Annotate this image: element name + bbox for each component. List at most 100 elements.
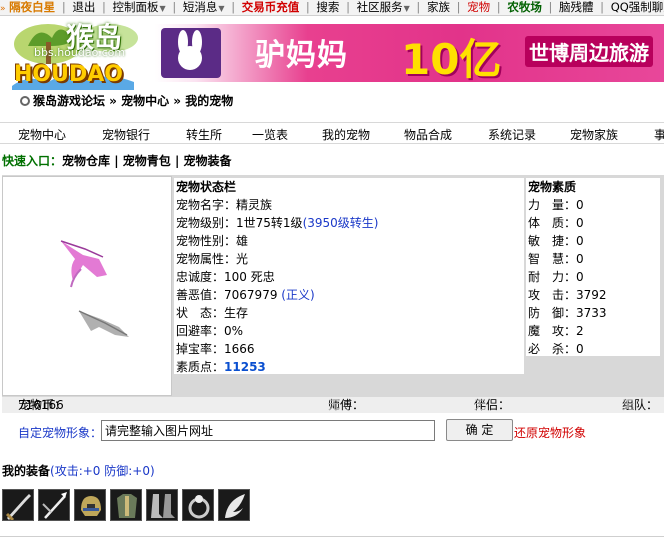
nav-sep: | [346, 0, 350, 14]
quality-value: 3733 [576, 306, 607, 320]
nav-messages[interactable]: 短消息 [183, 0, 218, 15]
nav-family[interactable]: 家族 [427, 0, 450, 15]
quick-link-bag[interactable]: 宠物青包 [123, 154, 171, 168]
equip-slot-sword-icon[interactable] [2, 489, 34, 521]
status-points-value: 11253 [224, 360, 266, 374]
status-attr-row: 宠物属性：光 [174, 250, 524, 268]
caret-down-icon: ▼ [159, 4, 166, 13]
logo-sub: bbs.houdao.com [34, 46, 126, 59]
banner-text-brand: 驴妈妈 [255, 38, 348, 73]
menu-system-log[interactable]: 系统记录 [488, 126, 536, 143]
quality-label: 力 量： [528, 198, 577, 212]
menu-pet-center[interactable]: 宠物中心 [18, 126, 66, 143]
top-nav: » 隔夜白星 | 退出 | 控制面板▼ | 短消息▼ | 交易币充值 | 搜索 … [0, 0, 664, 16]
status-name-label: 宠物名字： [176, 198, 237, 212]
menu-more[interactable]: 事 [654, 126, 664, 143]
equip-slot-boots-icon[interactable] [146, 489, 178, 521]
status-dodge-value: 0% [224, 324, 244, 338]
nav-sep: | [172, 0, 177, 14]
quality-row: 攻 击：3792 [526, 286, 660, 304]
equip-slot-armor-icon[interactable] [110, 489, 142, 521]
nav-recharge[interactable]: 交易币充值 [242, 0, 300, 15]
breadcrumb: 猴岛游戏论坛 » 宠物中心 » 我的宠物 [20, 92, 233, 109]
status-drop-row: 掉宝率：1666 [174, 340, 524, 358]
quality-row: 体 质：0 [526, 214, 660, 232]
equip-slot-ring-icon[interactable] [182, 489, 214, 521]
status-loyalty-label: 忠诚度： [176, 270, 225, 284]
status-loyalty-row: 忠诚度：100 死忠 [174, 268, 524, 286]
quality-label: 耐 力： [528, 270, 577, 284]
nav-sep: | [456, 0, 461, 14]
equipment-title-text: 我的装备 [2, 464, 51, 478]
status-title: 宠物状态栏 [176, 180, 237, 194]
confirm-button[interactable]: 确 定 [446, 419, 513, 441]
site-logo[interactable]: 猴岛 bbs.houdao.com HOUDAO [8, 16, 143, 90]
menu-my-pet[interactable]: 我的宠物 [322, 126, 370, 143]
quality-label: 攻 击： [528, 288, 577, 302]
status-attr-label: 宠物属性： [176, 252, 237, 266]
quality-title: 宠物素质 [528, 180, 577, 194]
bunny-logo-icon [161, 28, 221, 78]
status-state-label: 状 态： [176, 306, 225, 320]
partner-value: 无 [474, 398, 487, 412]
breadcrumb-text[interactable]: 猴岛游戏论坛 » 宠物中心 » 我的宠物 [33, 94, 233, 108]
pet-menu-bar: 宠物中心 宠物银行 转生所 一览表 我的宠物 物品合成 系统记录 宠物家族 事 [0, 122, 664, 144]
status-gender-value: 雄 [236, 234, 249, 248]
ad-banner[interactable]: 驴妈妈 10亿 世博周边旅游 [155, 24, 664, 82]
custom-image-url-input[interactable] [101, 420, 435, 441]
menu-pet-family[interactable]: 宠物家族 [570, 126, 618, 143]
quick-link-equipment[interactable]: 宠物装备 [184, 154, 232, 168]
custom-image-label: 自定宠物形象： [18, 426, 103, 440]
pet-status-box: 宠物状态栏 宠物名字：精灵族 宠物级别：1世75转1级(3950级转生) 宠物性… [174, 178, 524, 374]
nav-farm[interactable]: 农牧场 [507, 0, 542, 15]
equip-slot-wing-icon[interactable] [218, 489, 250, 521]
status-level-label: 宠物级别： [176, 216, 237, 230]
quick-link-warehouse[interactable]: 宠物仓库 [62, 154, 110, 168]
search-icon [20, 96, 30, 106]
banner-text-amount: 10亿 [401, 35, 502, 82]
status-points-row: 素质点：11253 [174, 358, 524, 376]
pet-quality-box: 宠物素质 力 量：0 体 质：0 敏 捷：0 智 慧：0 耐 力：0 攻 击：3… [526, 178, 660, 356]
nav-pets[interactable]: 宠物 [467, 0, 490, 15]
nav-user[interactable]: 隔夜白星 [9, 0, 55, 15]
nav-star-icon: » [0, 4, 6, 14]
equip-slot-helmet-icon[interactable] [74, 489, 106, 521]
quality-row: 防 御：3733 [526, 304, 660, 322]
status-karma-label: 善恶值： [176, 288, 225, 302]
equip-slot-spear-icon[interactable] [38, 489, 70, 521]
status-level-rebirth-link[interactable]: (3950级转生) [303, 216, 379, 230]
quality-label: 敏 捷： [528, 234, 577, 248]
menu-pet-bank[interactable]: 宠物银行 [102, 126, 150, 143]
nav-qq-chat[interactable]: QQ强制聊天 [611, 0, 664, 15]
menu-item-synthesis[interactable]: 物品合成 [404, 126, 452, 143]
quality-value: 0 [576, 234, 584, 248]
status-dodge-row: 回避率：0% [174, 322, 524, 340]
quality-label: 智 慧： [528, 252, 577, 266]
nav-sep: | [600, 0, 605, 14]
status-state-row: 状 态：生存 [174, 304, 524, 322]
quality-value: 0 [576, 270, 584, 284]
status-karma-row: 善恶值：7067979 (正义) [174, 286, 524, 304]
restore-image-link[interactable]: 还原宠物形象 [514, 424, 586, 441]
nav-community[interactable]: 社区服务 [357, 0, 403, 15]
nav-logout[interactable]: 退出 [72, 0, 95, 15]
menu-overview[interactable]: 一览表 [252, 126, 288, 143]
quality-row: 智 慧：0 [526, 250, 660, 268]
pet-image [2, 176, 172, 396]
quality-value: 0 [576, 342, 584, 356]
equipment-stats: (攻击:+0 防御:+0) [50, 464, 155, 478]
nav-sep: | [102, 0, 106, 14]
nav-search[interactable]: 搜索 [316, 0, 339, 15]
logo-text: HOUDAO [14, 62, 123, 87]
nav-sep: | [496, 0, 501, 14]
quality-value: 2 [576, 324, 584, 338]
nav-font[interactable]: 脑残體 [559, 0, 594, 15]
quality-value: 0 [576, 198, 584, 212]
quick-sep: | [170, 154, 184, 168]
status-karma-tag: (正义) [281, 288, 315, 302]
coin-value: 716166 [18, 398, 64, 412]
nav-control-panel[interactable]: 控制面板 [113, 0, 159, 15]
nav-sep: | [416, 0, 421, 14]
menu-rebirth[interactable]: 转生所 [186, 126, 222, 143]
equipment-title: 我的装备(攻击:+0 防御:+0) [2, 462, 155, 479]
